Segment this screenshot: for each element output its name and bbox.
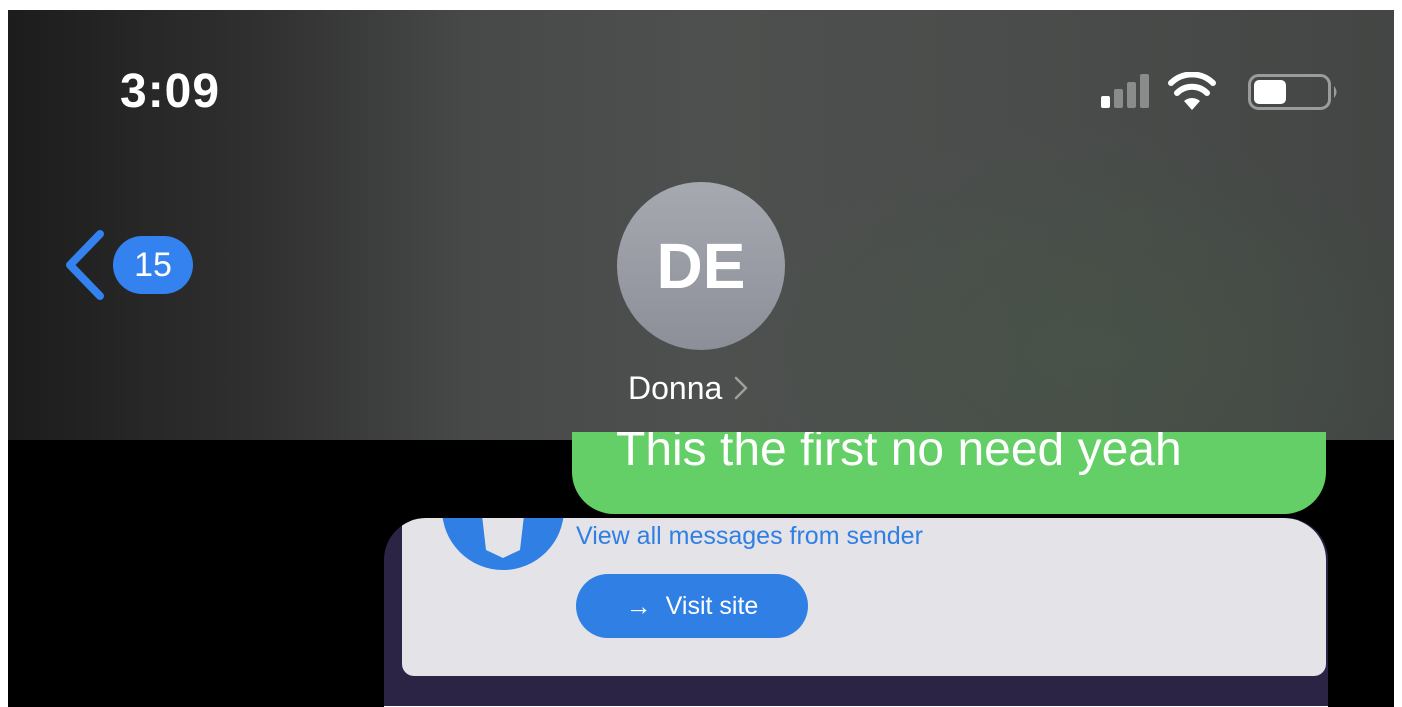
chevron-left-icon: [66, 230, 104, 300]
link-preview[interactable]: View all messages from sender → Visit si…: [384, 518, 1328, 707]
battery-icon: [1248, 74, 1337, 110]
arrow-right-icon: →: [625, 591, 652, 621]
visit-site-button[interactable]: → Visit site: [576, 574, 808, 638]
view-all-messages-link[interactable]: View all messages from sender: [576, 522, 923, 551]
message-text: This the first no need yeah: [616, 432, 1182, 476]
contact-avatar[interactable]: DE: [617, 182, 785, 350]
shield-logo-icon: [442, 518, 564, 570]
status-time: 3:09: [120, 65, 221, 118]
contact-name: Donna: [628, 369, 723, 406]
contact-details-button[interactable]: Donna: [628, 366, 748, 410]
chevron-right-icon: [735, 376, 748, 400]
conversation-header: 3:09 15 DE Donna: [8, 10, 1394, 440]
phone-screen: 3:09 15 DE Donna This the first no need …: [8, 10, 1394, 707]
link-preview-card: View all messages from sender → Visit si…: [402, 518, 1326, 676]
cellular-signal-icon: [1101, 74, 1149, 108]
wifi-icon: [1168, 72, 1216, 110]
back-button[interactable]: 15: [58, 228, 208, 302]
unread-count-badge: 15: [113, 236, 193, 294]
sent-message-bubble[interactable]: This the first no need yeah: [572, 432, 1326, 514]
visit-site-label: Visit site: [665, 591, 759, 620]
